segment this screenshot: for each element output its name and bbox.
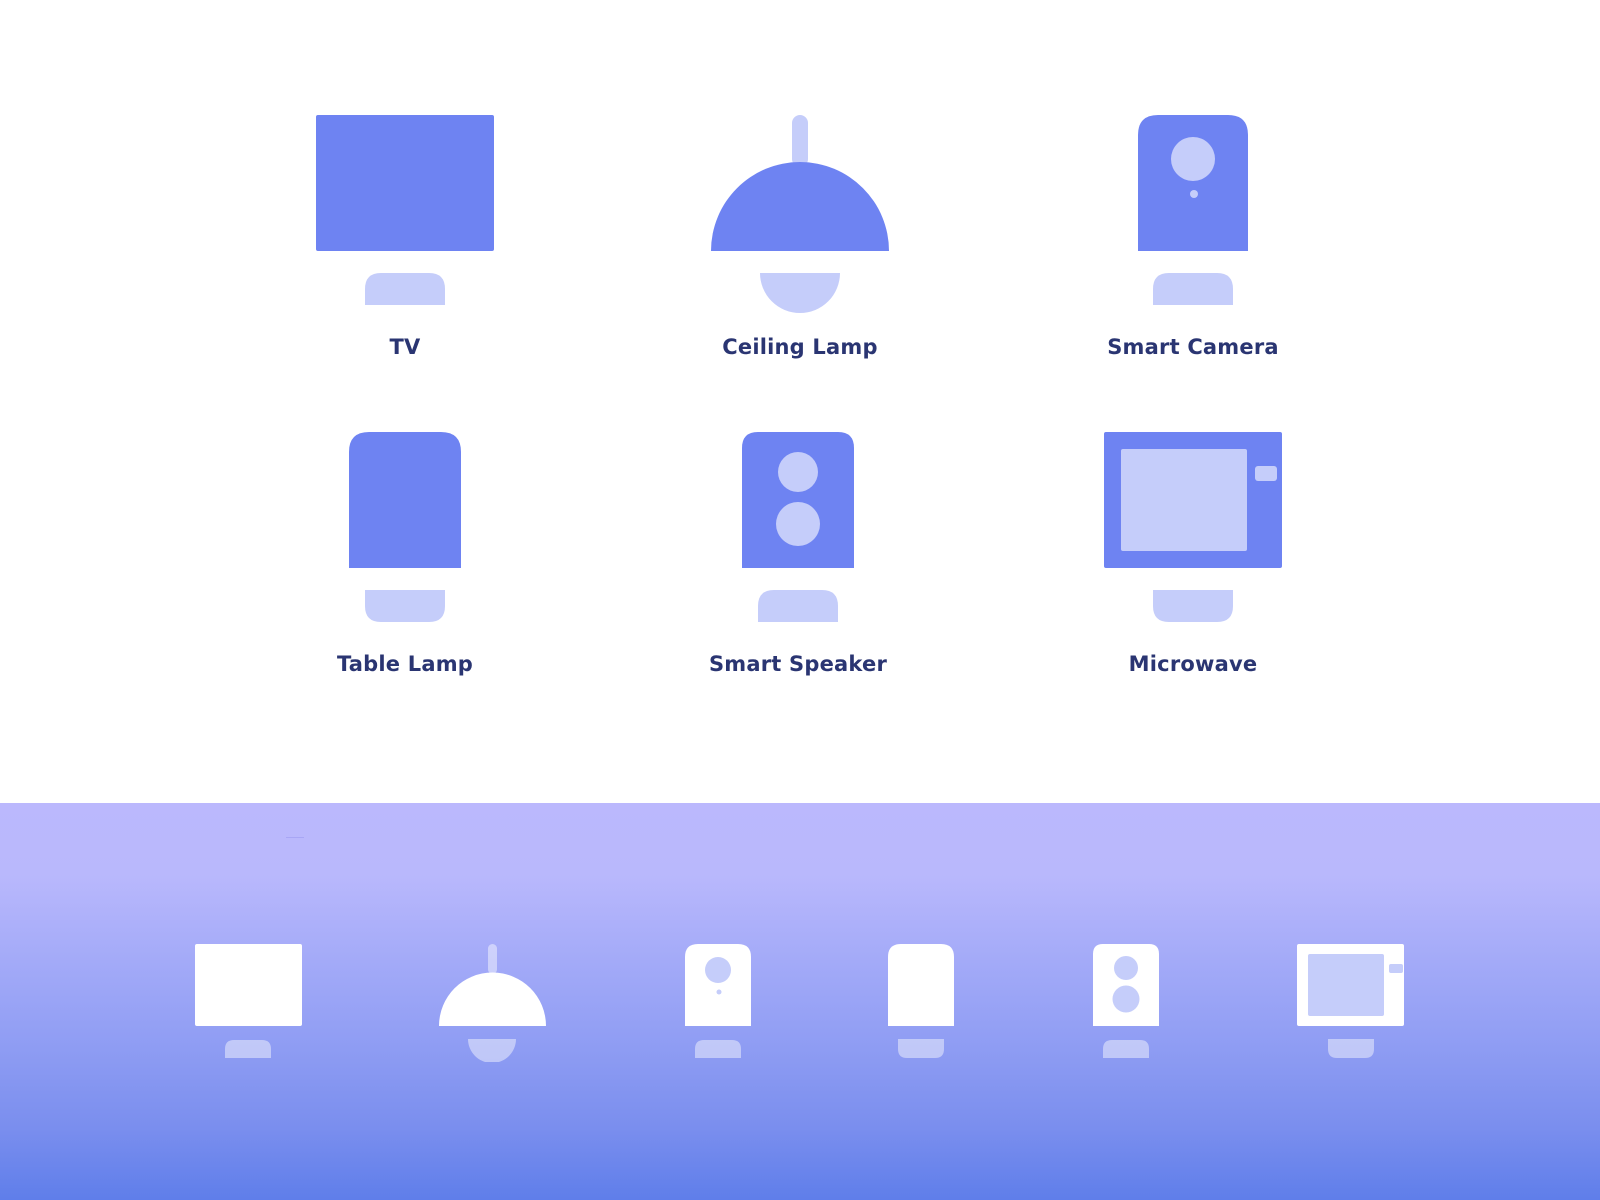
microwave-icon [1104, 432, 1282, 622]
device-label: Smart Camera [1107, 335, 1279, 359]
divider [286, 837, 304, 838]
device-tile-microwave[interactable]: Microwave [1013, 422, 1373, 722]
ceiling-lamp-icon [711, 115, 889, 313]
device-tile-ceiling-lamp[interactable]: Ceiling Lamp [620, 105, 980, 405]
device-tile-table-lamp[interactable]: Table Lamp [225, 422, 585, 722]
device-label: Smart Speaker [708, 652, 888, 676]
tv-icon [316, 115, 494, 305]
device-tile-smart-camera[interactable]: Smart Camera [1013, 105, 1373, 405]
table-lamp-icon[interactable] [863, 940, 979, 1062]
tv-icon[interactable] [190, 940, 306, 1062]
smart-camera-icon [1138, 115, 1248, 305]
smart-speaker-icon [742, 432, 854, 622]
device-label: Microwave [1128, 652, 1258, 676]
device-tile-smart-speaker[interactable]: Smart Speaker [618, 422, 978, 722]
device-tile-tv[interactable]: TV [225, 105, 585, 405]
device-label: TV [389, 335, 421, 359]
microwave-icon[interactable] [1293, 940, 1409, 1062]
smart-speaker-icon[interactable] [1068, 940, 1184, 1062]
smart-camera-icon[interactable] [660, 940, 776, 1062]
icon-grid-panel: TV Ceiling Lamp Smart Camera Table Lamp [0, 0, 1600, 803]
device-label: Table Lamp [336, 652, 474, 676]
table-lamp-icon [349, 432, 461, 622]
device-label: Ceiling Lamp [722, 335, 878, 359]
ceiling-lamp-icon[interactable] [434, 940, 550, 1062]
